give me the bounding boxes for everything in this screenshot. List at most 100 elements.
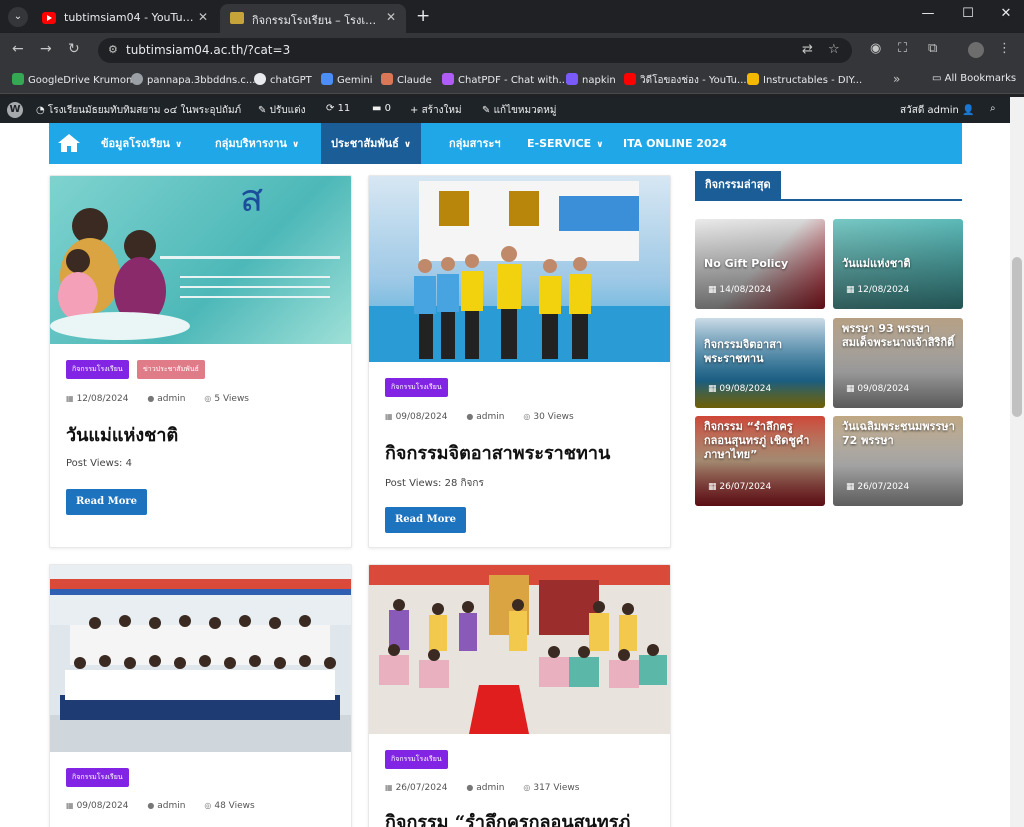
- category-badge[interactable]: กิจกรรมโรงเรียน: [385, 750, 448, 769]
- post-author[interactable]: ● admin: [466, 412, 512, 422]
- post-title[interactable]: กิจกรรมจิตอาสาพระราชทาน: [385, 438, 610, 467]
- site-name-link[interactable]: ◔ โรงเรียนมัธยมทับทิมสยาม ๐๔ ในพระอุปถัม…: [36, 103, 241, 118]
- post-date[interactable]: ▦ 12/08/2024: [66, 394, 136, 404]
- new-tab-button[interactable]: +: [416, 6, 430, 26]
- bookmark-instructables[interactable]: Instructables - DIY...: [747, 73, 862, 86]
- post-title[interactable]: กิจกรรม “รำลึกครูกลอนสุนทรภู่: [385, 807, 630, 827]
- all-bookmarks-button[interactable]: ▭ All Bookmarks: [932, 73, 1016, 84]
- edit-category-link[interactable]: ✎ แก้ไขหมวดหมู่: [482, 103, 556, 118]
- bookmark-napkin[interactable]: napkin: [566, 73, 616, 86]
- post-date[interactable]: ▦ 09/08/2024: [385, 412, 455, 422]
- post-thumbnail[interactable]: [50, 565, 351, 752]
- extensions-icon[interactable]: ⧉: [928, 41, 937, 56]
- bookmark-gemini[interactable]: Gemini: [321, 73, 373, 86]
- camera-icon[interactable]: ◉: [870, 41, 881, 56]
- translate-icon[interactable]: ⇄: [802, 42, 813, 57]
- comment-icon: ▬: [372, 103, 385, 114]
- home-icon[interactable]: [57, 132, 81, 158]
- forward-icon[interactable]: →: [40, 41, 52, 57]
- wordpress-icon[interactable]: W: [7, 102, 23, 118]
- calendar-icon: ▦: [708, 285, 720, 295]
- date-text: 26/07/2024: [395, 783, 448, 793]
- calendar-icon: ▦: [708, 384, 720, 394]
- post-meta: ▦ 26/07/2024 ● admin ◎ 317 Views: [385, 783, 595, 793]
- address-bar[interactable]: ⚙ tubtimsiam04.ac.th/?cat=3 ⇄ ☆: [98, 38, 852, 63]
- sidebar-post-tile[interactable]: กิจกรรม “รำลึกครูกลอนสุนทรภู่ เชิดชูคำภา…: [695, 416, 825, 506]
- kebab-menu-icon[interactable]: ⋮: [998, 41, 1011, 56]
- bookmark-chatpdf[interactable]: ChatPDF - Chat with...: [442, 73, 568, 86]
- bookmark-star-icon[interactable]: ☆: [828, 42, 840, 57]
- bookmark-youtube-channel[interactable]: วิดีโอของช่อง - YouTu...: [624, 73, 747, 88]
- menu-e-service[interactable]: E-SERVICE ∨: [517, 123, 614, 164]
- menu-subject-groups[interactable]: กลุ่มสาระฯ: [439, 123, 511, 164]
- post-date[interactable]: ▦ 09/08/2024: [66, 801, 136, 811]
- chevron-down-icon: ∨: [291, 140, 300, 150]
- chevron-down-icon: ∨: [596, 140, 604, 150]
- post-author[interactable]: ● admin: [147, 801, 193, 811]
- maximize-button[interactable]: ☐: [948, 6, 988, 21]
- post-thumbnail[interactable]: [369, 565, 670, 734]
- svg-text:ส: ส: [240, 176, 263, 220]
- sidebar-post-tile[interactable]: กิจกรรมจิตอาสาพระราชทาน ▦ 09/08/2024: [695, 318, 825, 408]
- read-more-button[interactable]: Read More: [385, 507, 466, 533]
- close-icon[interactable]: ✕: [198, 10, 208, 24]
- post-thumbnail[interactable]: [369, 176, 670, 362]
- minimize-button[interactable]: —: [908, 6, 948, 21]
- chatgpt-icon: [254, 73, 266, 85]
- post-date[interactable]: ▦ 26/07/2024: [385, 783, 455, 793]
- new-content-link[interactable]: + สร้างใหม่: [410, 103, 462, 118]
- sidebar-post-tile[interactable]: พรรษา 93 พรรษา สมเด็จพระนางเจ้าสิริกิติ์…: [833, 318, 963, 408]
- profile-avatar[interactable]: [968, 42, 984, 58]
- sidebar-post-tile[interactable]: วันแม่แห่งชาติ ▦ 12/08/2024: [833, 219, 963, 309]
- post-author[interactable]: ● admin: [147, 394, 193, 404]
- post-title[interactable]: วันแม่แห่งชาติ: [66, 420, 178, 449]
- customize-link[interactable]: ✎ ปรับแต่ง: [258, 103, 305, 118]
- new-label: สร้างใหม่: [421, 105, 462, 116]
- bookmark-label: ChatPDF - Chat with...: [458, 75, 569, 86]
- bookmark-chatgpt[interactable]: chatGPT: [254, 73, 312, 86]
- calendar-icon: ▦: [846, 384, 858, 394]
- sidebar-post-tile[interactable]: วันเฉลิมพระชนมพรรษา 72 พรรษา ▦ 26/07/202…: [833, 416, 963, 506]
- browser-toolbar: ← → ↻ ⚙ tubtimsiam04.ac.th/?cat=3 ⇄ ☆ ◉ …: [0, 33, 1024, 67]
- more-bookmarks-icon[interactable]: »: [893, 72, 900, 86]
- comments-link[interactable]: ▬ 0: [372, 103, 391, 114]
- updates-link[interactable]: ⟳ 11: [326, 103, 350, 114]
- page-scrollbar[interactable]: [1010, 97, 1024, 827]
- read-more-button[interactable]: Read More: [66, 489, 147, 515]
- menu-ita-online[interactable]: ITA ONLINE 2024: [613, 123, 737, 164]
- close-icon[interactable]: ✕: [386, 10, 396, 24]
- reload-icon[interactable]: ↻: [68, 41, 80, 57]
- search-icon[interactable]: ⌕: [990, 103, 996, 114]
- menu-admin-groups[interactable]: กลุ่มบริหารงาน ∨: [205, 123, 309, 164]
- close-window-button[interactable]: ✕: [986, 6, 1024, 21]
- bookmark-pannapa[interactable]: pannapa.3bbddns.c...: [131, 73, 255, 86]
- my-account-link[interactable]: สวัสดี admin 👤: [900, 103, 974, 118]
- author-text: admin: [476, 412, 505, 422]
- category-badge[interactable]: กิจกรรมโรงเรียน: [385, 378, 448, 397]
- bookmark-googledrive[interactable]: GoogleDrive Krumon: [12, 73, 132, 86]
- site-info-icon[interactable]: ⚙: [108, 43, 118, 56]
- menu-public-relations[interactable]: ประชาสัมพันธ์ ∨: [321, 123, 422, 164]
- post-thumbnail[interactable]: ส: [50, 176, 351, 344]
- category-badge[interactable]: ข่าวประชาสัมพันธ์: [137, 360, 205, 379]
- tab-school-activities[interactable]: กิจกรรมโรงเรียน – โรงเรียนมัธยมทับทิมสยา…: [220, 4, 406, 33]
- author-text: admin: [157, 801, 186, 811]
- sidebar-post-tile[interactable]: No Gift Policy ▦ 14/08/2024: [695, 219, 825, 309]
- tab-title: tubtimsiam04 - YouTube: [64, 11, 194, 24]
- tab-youtube[interactable]: tubtimsiam04 - YouTube ✕: [32, 4, 218, 33]
- eye-icon: ◎: [523, 783, 531, 792]
- menu-label: E-SERVICE: [527, 137, 592, 150]
- tab-search-button[interactable]: ⌄: [8, 7, 28, 27]
- views-text: 5 Views: [214, 394, 249, 404]
- menu-school-info[interactable]: ข้อมูลโรงเรียน ∨: [91, 123, 192, 164]
- post-author[interactable]: ● admin: [466, 783, 512, 793]
- back-icon[interactable]: ←: [12, 41, 24, 57]
- category-badge[interactable]: กิจกรรมโรงเรียน: [66, 360, 129, 379]
- screenshot-icon[interactable]: ⛶: [898, 41, 907, 56]
- category-badge[interactable]: กิจกรรมโรงเรียน: [66, 768, 129, 787]
- bookmark-claude[interactable]: Claude: [381, 73, 432, 86]
- bookmark-label: chatGPT: [270, 75, 312, 86]
- scrollbar-thumb[interactable]: [1012, 257, 1022, 417]
- post-card: ส กิจกรรมโรงเรียน ข่าวประชาสัมพันธ์ ▦ 12/…: [49, 175, 352, 548]
- gemini-icon: [321, 73, 333, 85]
